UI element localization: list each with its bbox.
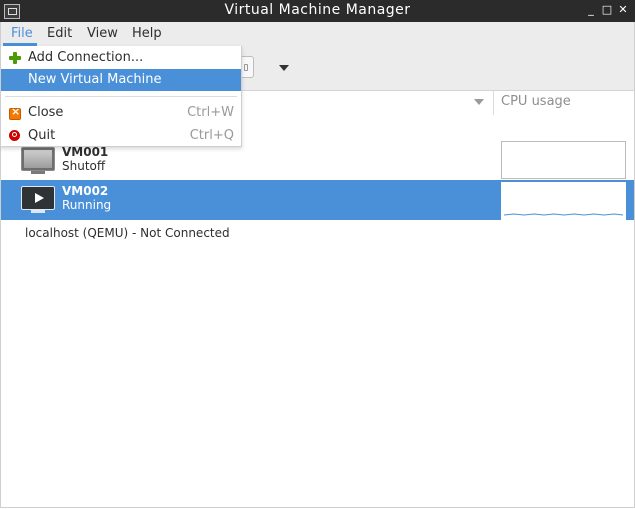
add-icon xyxy=(9,52,21,64)
vm-running-monitor-icon xyxy=(21,186,55,213)
cpu-sparkline xyxy=(503,213,624,216)
menu-item-close[interactable]: Close Ctrl+W xyxy=(1,102,241,124)
menu-item-label: Quit xyxy=(28,128,56,143)
vm-state: Shutoff xyxy=(62,159,106,173)
menu-item-shortcut: Ctrl+Q xyxy=(189,128,234,143)
column-separator[interactable] xyxy=(493,91,494,115)
menu-item-label: New Virtual Machine xyxy=(28,72,162,87)
connection-label[interactable]: localhost (QEMU) - Not Connected xyxy=(25,226,230,240)
menu-view[interactable]: View xyxy=(87,26,118,41)
vm-row-vm002[interactable]: VM002 Running xyxy=(1,180,634,220)
cpu-usage-graph xyxy=(501,141,626,179)
sort-chevron-down-icon[interactable] xyxy=(474,99,484,105)
cpu-usage-column-header[interactable]: CPU usage xyxy=(501,94,571,109)
file-menu-dropdown: Add Connection... New Virtual Machine Cl… xyxy=(0,46,242,147)
vm-list: VM001 Shutoff VM002 Running localhost (Q… xyxy=(0,115,635,508)
menu-item-add-connection[interactable]: Add Connection... xyxy=(1,47,241,69)
menu-file[interactable]: File xyxy=(11,26,33,41)
menu-item-shortcut: Ctrl+W xyxy=(187,105,234,120)
menubar: File Edit View Help xyxy=(0,22,635,46)
menu-separator xyxy=(5,96,237,97)
menu-item-new-virtual-machine[interactable]: New Virtual Machine xyxy=(1,69,241,91)
cpu-usage-graph xyxy=(501,182,626,220)
vm-name: VM001 xyxy=(62,145,109,159)
vm-state: Running xyxy=(62,198,112,212)
play-icon xyxy=(35,193,44,203)
chevron-down-icon[interactable] xyxy=(279,65,289,71)
menu-help[interactable]: Help xyxy=(132,26,162,41)
menu-item-quit[interactable]: Quit Ctrl+Q xyxy=(1,125,241,147)
menu-item-label: Close xyxy=(28,105,64,120)
close-icon xyxy=(9,105,21,120)
vm-monitor-icon xyxy=(21,147,55,174)
window-title: Virtual Machine Manager xyxy=(224,2,411,18)
quit-icon xyxy=(9,130,20,141)
window-titlebar: Virtual Machine Manager _ □ ✕ xyxy=(0,0,635,22)
menu-item-label: Add Connection... xyxy=(28,50,144,65)
vm-name: VM002 xyxy=(62,184,109,198)
vm-row-vm001[interactable]: VM001 Shutoff xyxy=(1,141,634,181)
minimize-icon[interactable]: _ xyxy=(584,3,598,17)
menu-edit[interactable]: Edit xyxy=(47,26,72,41)
maximize-icon[interactable]: □ xyxy=(600,3,614,17)
close-window-icon[interactable]: ✕ xyxy=(616,3,630,17)
